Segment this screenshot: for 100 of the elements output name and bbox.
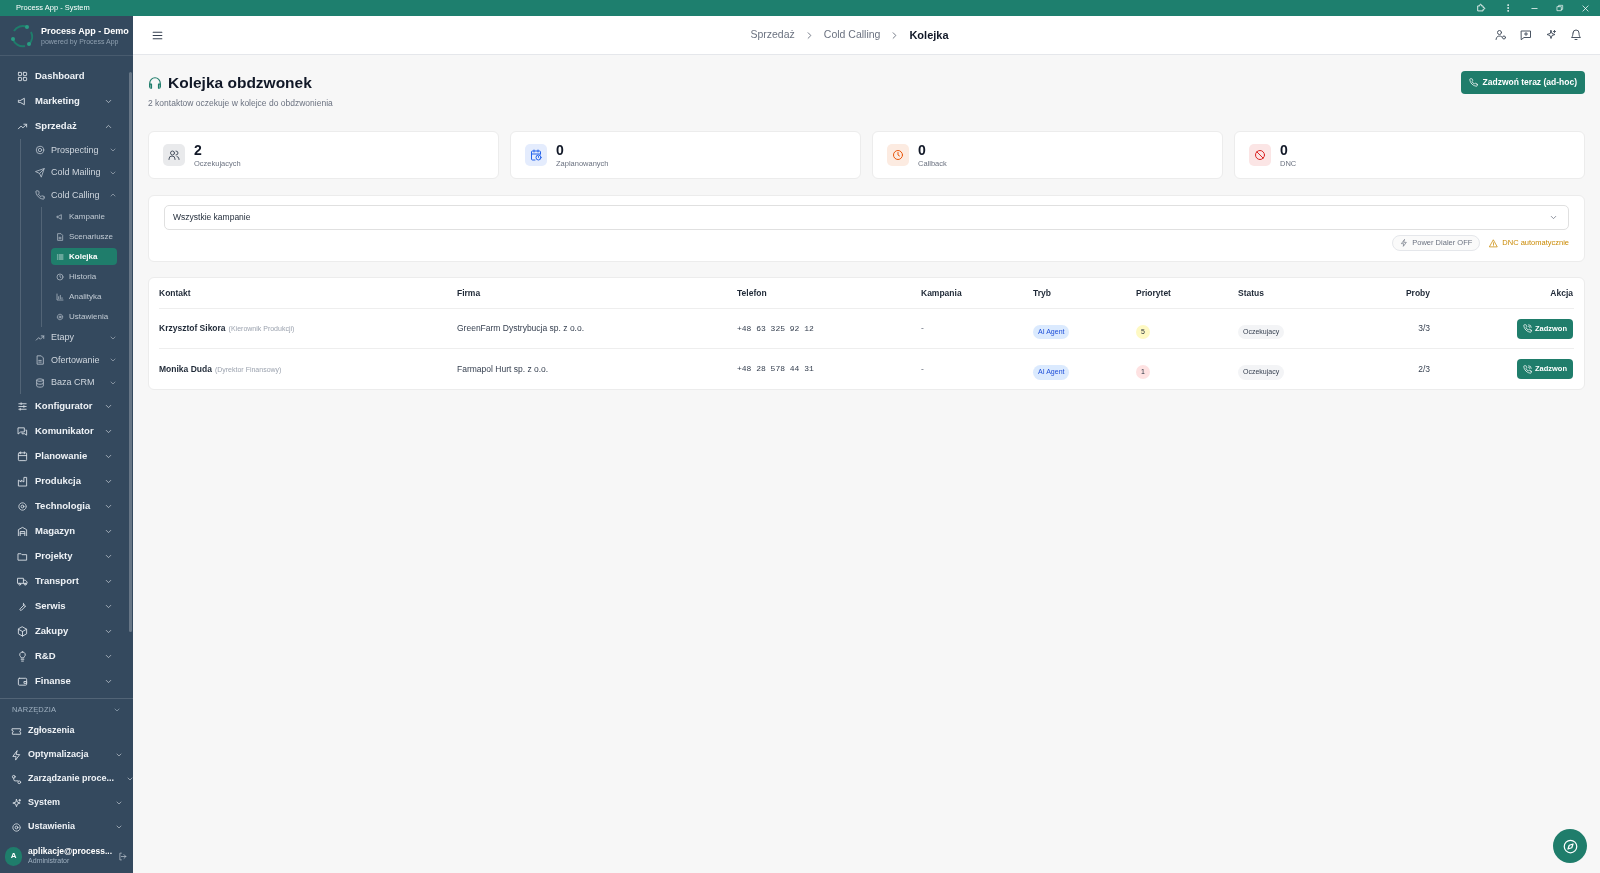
user-avatar[interactable]: A (5, 846, 23, 866)
restore-button[interactable] (1556, 4, 1564, 12)
stat-value: 2 (194, 142, 203, 157)
sidebar-item[interactable]: Ofertowanie (21, 349, 133, 372)
stat-value: 0 (918, 142, 927, 157)
sidebar-item[interactable]: System (0, 791, 133, 815)
breadcrumb-link[interactable]: Sprzedaż (750, 27, 795, 43)
phone-call-icon (1522, 324, 1532, 333)
bulb-icon (17, 651, 28, 662)
sidebar-item[interactable]: Ustawienia (51, 308, 117, 325)
target-icon (35, 145, 45, 156)
column-header: Status (1238, 286, 1265, 300)
chevron-up-icon (104, 122, 113, 131)
chevron-down-icon (104, 652, 113, 661)
trend-icon (17, 121, 28, 132)
chevron-down-icon (104, 577, 113, 586)
sidebar-item[interactable]: Baza CRM (21, 371, 133, 394)
sidebar-item[interactable]: Kampanie (51, 208, 117, 225)
phone-icon (35, 190, 45, 201)
sparkle-button[interactable] (1545, 29, 1557, 41)
chevron-down-icon (104, 477, 113, 486)
sidebar-item[interactable]: Cold Calling (21, 184, 133, 207)
gear-icon (17, 501, 28, 512)
sidebar-item[interactable]: Zakupy (0, 619, 133, 644)
nodes-icon (11, 773, 22, 785)
sidebar-item[interactable]: Analityka (51, 288, 117, 305)
chevron-down-icon (104, 452, 113, 461)
user-settings-button[interactable] (1495, 29, 1507, 41)
breadcrumb-link[interactable]: Cold Calling (823, 27, 881, 43)
sidebar-item[interactable]: Etapy (21, 326, 133, 349)
logo-icon (9, 22, 35, 49)
call-now-button[interactable]: Zadzwoń teraz (ad-hoc) (1460, 71, 1585, 94)
chevron-down-icon (1549, 213, 1558, 222)
database-icon (35, 377, 45, 388)
sidebar-item[interactable]: Transport (0, 569, 133, 594)
column-header: Kampania (921, 286, 963, 300)
megaphone-icon (56, 212, 64, 221)
sidebar-item[interactable]: Magazyn (0, 519, 133, 544)
chevron-down-icon (104, 602, 113, 611)
chevron-down-icon (113, 706, 121, 714)
cube-icon (17, 626, 28, 637)
sidebar-item[interactable]: Komunikator (0, 419, 133, 444)
document-icon (35, 355, 45, 366)
sidebar-item[interactable]: Konfigurator (0, 394, 133, 419)
clock-icon (892, 149, 904, 161)
sliders-icon (17, 401, 28, 412)
extensions-button[interactable] (1476, 3, 1486, 13)
sidebar-item[interactable]: Finanse (0, 669, 133, 694)
chevron-down-icon (115, 823, 123, 831)
sidebar-item[interactable]: Zgłoszenia (0, 719, 133, 743)
message-plus-button[interactable] (1520, 29, 1532, 41)
logout-icon (118, 851, 127, 861)
truck-icon (17, 576, 28, 587)
sidebar-item[interactable]: Optymalizacja (0, 743, 133, 767)
sidebar-item[interactable]: Serwis (0, 594, 133, 619)
column-header: Proby (1404, 286, 1430, 300)
sidebar-item[interactable]: Ustawienia (0, 815, 133, 839)
sparkle-icon (11, 797, 22, 809)
table-cell-text: 2/3 (1417, 362, 1430, 376)
column-header: Akcja (1549, 286, 1573, 300)
sidebar-item[interactable]: Zarządzanie proce... (0, 767, 133, 791)
sidebar-item[interactable]: Marketing (0, 89, 133, 114)
phone-icon (1468, 78, 1478, 87)
ticket-icon (11, 725, 22, 737)
column-header: Firma (457, 286, 482, 300)
calendar-clock-icon (530, 149, 542, 161)
bar-chart-icon (56, 292, 64, 301)
table-cell-text: 3/3 (1417, 322, 1430, 335)
sidebar-item[interactable]: Technologia (0, 494, 133, 519)
sidebar-item[interactable]: Dashboard (0, 64, 133, 89)
sidebar-item[interactable]: Produkcja (0, 469, 133, 494)
page-title: Kolejka obdzwonek (168, 73, 312, 93)
close-button[interactable] (1581, 3, 1590, 13)
phone-number: +48 28 578 44 31 (737, 363, 815, 375)
sidebar-item[interactable]: Prospecting (21, 139, 133, 162)
logout-button[interactable] (118, 851, 127, 861)
sidebar-item[interactable]: Historia (51, 268, 117, 285)
bell-button[interactable] (1570, 29, 1582, 41)
sidebar-item[interactable]: Projekty (0, 544, 133, 569)
list-icon (56, 252, 64, 261)
breadcrumb-link[interactable]: Kolejka (909, 26, 949, 44)
user-email: aplikacje@process... (28, 846, 112, 857)
chat-icon (17, 426, 28, 437)
wallet-icon (17, 676, 28, 687)
users-icon (168, 149, 180, 161)
sidebar-item[interactable]: Cold Mailing (21, 161, 133, 184)
column-header: Tryb (1033, 286, 1052, 300)
calendar-icon (17, 451, 28, 462)
sidebar-item[interactable]: Scenariusze (51, 228, 117, 245)
compass-button[interactable] (1553, 829, 1587, 863)
chevron-down-icon (104, 97, 113, 106)
sidebar-item[interactable]: Kolejka (51, 248, 117, 265)
sidebar-item[interactable]: R&D (0, 644, 133, 669)
campaign-select[interactable]: Wszystkie kampanie (164, 205, 1569, 230)
warning-icon (1489, 238, 1499, 248)
table-cell-text: - (921, 362, 925, 376)
chevron-down-icon (115, 751, 123, 759)
sidebar-item[interactable]: Planowanie (0, 444, 133, 469)
sidebar-item[interactable]: Sprzedaż (0, 114, 133, 139)
app-name: Process App - Demo (41, 26, 129, 36)
